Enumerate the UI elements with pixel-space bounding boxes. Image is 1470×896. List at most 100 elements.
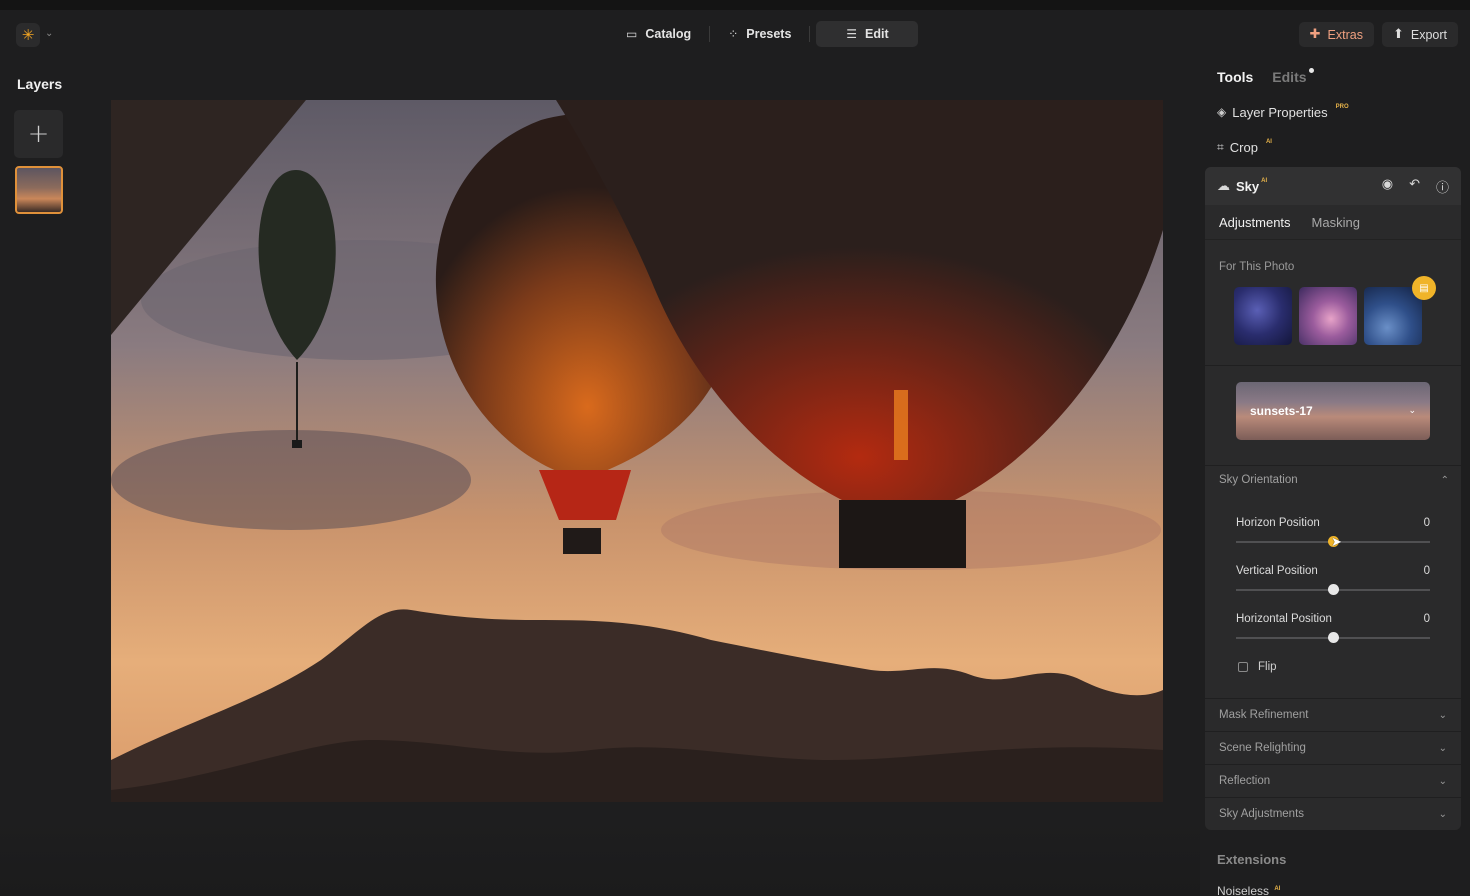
- sky-presets: [1234, 287, 1422, 345]
- reflection-section[interactable]: Reflection ⌄: [1205, 764, 1461, 797]
- extras-button[interactable]: ✚ Extras: [1298, 22, 1374, 47]
- chevron-down-icon: ⌄: [1438, 775, 1447, 787]
- sky-orientation-title: Sky Orientation: [1219, 474, 1298, 486]
- pro-badge: PRO: [1335, 104, 1349, 110]
- add-layer-button[interactable]: +: [14, 110, 63, 158]
- sky-subtabs: Adjustments Masking: [1205, 205, 1461, 240]
- extensions-title: Extensions: [1217, 852, 1287, 867]
- vertical-position-value[interactable]: 0: [1424, 565, 1430, 577]
- vertical-position-label: Vertical Position: [1236, 565, 1318, 577]
- layers-title: Layers: [17, 76, 63, 92]
- photo-image: [111, 100, 1163, 802]
- tool-crop-label: Crop: [1229, 139, 1258, 155]
- sky-adjustments-label: Sky Adjustments: [1219, 808, 1305, 820]
- scene-relighting-section[interactable]: Scene Relighting ⌄: [1205, 731, 1461, 764]
- ai-badge: AI: [1261, 178, 1268, 184]
- ai-badge: AI: [1274, 886, 1281, 892]
- tab-tools[interactable]: Tools: [1217, 69, 1253, 85]
- sky-preset-thumbnail[interactable]: [1364, 287, 1422, 345]
- top-right-actions: ✚ Extras ⬆ Export: [1298, 22, 1458, 47]
- horizontal-position-row: Horizontal Position 0: [1236, 613, 1430, 625]
- sky-orientation-header[interactable]: Sky Orientation ⌃: [1219, 474, 1449, 486]
- cloud-icon: ☁: [1217, 178, 1230, 194]
- reflection-label: Reflection: [1219, 775, 1271, 787]
- extension-noiseless-label: Noiseless: [1217, 884, 1270, 896]
- sun-logo-icon[interactable]: ✳: [16, 23, 40, 47]
- tab-edits-label: Edits: [1272, 69, 1307, 85]
- crop-icon: ⌗: [1217, 139, 1224, 154]
- horizontal-position-slider[interactable]: [1236, 632, 1430, 643]
- nav-divider: [709, 26, 711, 42]
- photo-canvas[interactable]: [111, 100, 1163, 802]
- sky-title: Sky: [1236, 178, 1260, 194]
- slider-knob[interactable]: [1328, 584, 1339, 595]
- sparkles-icon: ⁘: [728, 27, 739, 41]
- slider-knob[interactable]: [1328, 632, 1339, 643]
- section-divider: [1205, 365, 1461, 366]
- main-navigation: ▭ Catalog ⁘ Presets ☰ Edit: [614, 21, 919, 47]
- sky-header-actions: ◉ ↶ ⓘ: [1382, 177, 1449, 196]
- chevron-down-icon: ⌄: [1438, 808, 1447, 820]
- chevron-down-icon: ⌄: [1408, 406, 1416, 416]
- sky-select-value: sunsets-17: [1250, 404, 1313, 418]
- undo-icon[interactable]: ↶: [1409, 177, 1420, 196]
- vertical-position-row: Vertical Position 0: [1236, 565, 1430, 577]
- tool-crop[interactable]: ⌗ Crop AI: [1217, 138, 1272, 156]
- flip-option[interactable]: Flip: [1238, 661, 1277, 673]
- tab-masking[interactable]: Masking: [1312, 215, 1360, 230]
- tool-layer-properties[interactable]: ◈ Layer Properties PRO: [1217, 103, 1349, 121]
- mask-refinement-section[interactable]: Mask Refinement ⌄: [1205, 698, 1461, 731]
- nav-presets-label: Presets: [746, 27, 792, 41]
- horizon-position-row: Horizon Position 0: [1236, 517, 1430, 529]
- nav-divider: [809, 26, 811, 42]
- for-this-photo-label: For This Photo: [1219, 261, 1295, 273]
- tab-adjustments[interactable]: Adjustments: [1219, 215, 1291, 230]
- nav-catalog-label: Catalog: [645, 27, 692, 41]
- eye-icon[interactable]: ◉: [1382, 177, 1393, 196]
- horizon-position-value[interactable]: 0: [1424, 517, 1430, 529]
- sky-select-dropdown[interactable]: sunsets-17 ⌄: [1236, 382, 1430, 440]
- cart-icon[interactable]: ▤: [1412, 276, 1436, 300]
- nav-edit-label: Edit: [865, 27, 889, 41]
- export-arrow-icon: ⬆: [1392, 27, 1404, 42]
- export-button[interactable]: ⬆ Export: [1381, 22, 1458, 47]
- nav-presets-button[interactable]: ⁘ Presets: [716, 21, 803, 47]
- layers-stack-icon: ◈: [1217, 105, 1227, 119]
- extension-noiseless[interactable]: Noiseless AI: [1217, 884, 1280, 896]
- horizontal-position-value[interactable]: 0: [1424, 613, 1430, 625]
- mouse-cursor-icon: ➤: [1331, 535, 1342, 550]
- extras-label: Extras: [1327, 27, 1363, 42]
- horizon-position-label: Horizon Position: [1236, 517, 1320, 529]
- tool-layer-properties-label: Layer Properties: [1232, 104, 1328, 120]
- mask-refinement-label: Mask Refinement: [1219, 709, 1309, 721]
- sky-preset-thumbnail[interactable]: [1234, 287, 1292, 345]
- chevron-down-icon[interactable]: ⌄: [45, 28, 53, 39]
- export-label: Export: [1410, 27, 1447, 42]
- flip-checkbox[interactable]: [1238, 662, 1248, 672]
- scene-relighting-label: Scene Relighting: [1219, 742, 1306, 754]
- sky-adjustments-section[interactable]: Sky Adjustments ⌄: [1205, 797, 1461, 830]
- edits-indicator-dot: [1308, 68, 1314, 73]
- sliders-icon: ☰: [846, 27, 858, 41]
- info-icon[interactable]: ⓘ: [1436, 177, 1449, 196]
- sky-tool-panel: ☁ Sky AI ◉ ↶ ⓘ Adjustments Masking For T…: [1205, 167, 1461, 830]
- chevron-down-icon: ⌄: [1438, 709, 1447, 721]
- folder-icon: ▭: [626, 27, 638, 41]
- chevron-up-icon: ⌃: [1440, 474, 1449, 486]
- window-top-strip: [0, 0, 1470, 10]
- nav-edit-button[interactable]: ☰ Edit: [816, 21, 919, 47]
- chevron-down-icon: ⌄: [1438, 742, 1447, 754]
- horizontal-position-label: Horizontal Position: [1236, 613, 1332, 625]
- layer-thumbnail[interactable]: [15, 166, 63, 214]
- sky-panel-header[interactable]: ☁ Sky AI ◉ ↶ ⓘ: [1205, 167, 1461, 205]
- sky-preset-thumbnail[interactable]: [1299, 287, 1357, 345]
- bottom-gradient: [0, 820, 1200, 896]
- flip-label: Flip: [1258, 661, 1277, 673]
- panel-tabs: Tools Edits: [1217, 68, 1314, 85]
- ai-badge: AI: [1265, 139, 1272, 145]
- section-divider: [1205, 465, 1461, 466]
- tab-edits[interactable]: Edits: [1272, 68, 1314, 85]
- nav-catalog-button[interactable]: ▭ Catalog: [614, 21, 703, 47]
- puzzle-icon: ✚: [1309, 27, 1321, 42]
- vertical-position-slider[interactable]: [1236, 584, 1430, 595]
